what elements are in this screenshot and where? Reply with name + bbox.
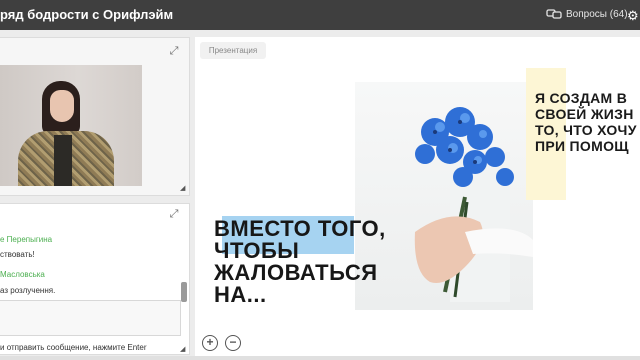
slide-side-text: Я СОЗДАМ В СВОЕЙ ЖИЗН ТО, ЧТО ХОЧУ ПРИ П… [535, 90, 637, 154]
side-text-line: СВОЕЙ ЖИЗН [535, 106, 634, 122]
slide-headline: ВМЕСТО ТОГО, ЧТОБЫ ЖАЛОВАТЬСЯ НА... [214, 218, 386, 306]
side-text-line: ТО, ЧТО ХОЧУ [535, 122, 637, 138]
tab-presentation[interactable]: Презентация [200, 42, 266, 59]
chat-bubbles-icon [546, 9, 562, 19]
chat-text: аз розлучення. [0, 286, 56, 295]
headline-line: ЖАЛОВАТЬСЯ [214, 260, 378, 285]
side-text-line: ПРИ ПОМОЩ [535, 138, 629, 154]
chat-hint: и отправить сообщение, нажмите Enter [0, 343, 147, 352]
chat-scrollbar[interactable] [181, 282, 187, 302]
zoom-in-button[interactable]: + [202, 335, 218, 351]
webinar-title: ряд бодрости с Орифлэйм [0, 7, 174, 22]
questions-button[interactable]: Вопросы (64) [546, 8, 628, 20]
headline-line: ЧТОБЫ [214, 238, 300, 263]
resize-corner-icon[interactable]: ◢ [180, 345, 185, 353]
expand-icon[interactable]: ⤢ [166, 43, 182, 59]
resize-corner-icon[interactable]: ◢ [180, 184, 185, 192]
presenter-shirt [54, 135, 72, 186]
questions-label: Вопросы (64) [566, 8, 628, 20]
chat-author: Масловська [0, 270, 45, 279]
chat-text: ствовать! [0, 250, 35, 259]
zoom-out-button[interactable]: − [225, 335, 241, 351]
side-text-line: Я СОЗДАМ В [535, 90, 628, 106]
bottom-strip [0, 356, 640, 360]
headline-line: ВМЕСТО ТОГО, [214, 216, 386, 241]
video-feed [0, 65, 142, 186]
chat-author: е Перепыгина [0, 235, 53, 244]
headline-line: НА... [214, 282, 267, 307]
presenter-face [50, 90, 74, 122]
chat-input[interactable] [0, 300, 181, 336]
expand-icon[interactable]: ⤢ [166, 206, 182, 222]
gear-icon[interactable]: ⚙ [627, 8, 639, 24]
top-bar: ряд бодрости с Орифлэйм Вопросы (64) ⚙ [0, 0, 640, 30]
